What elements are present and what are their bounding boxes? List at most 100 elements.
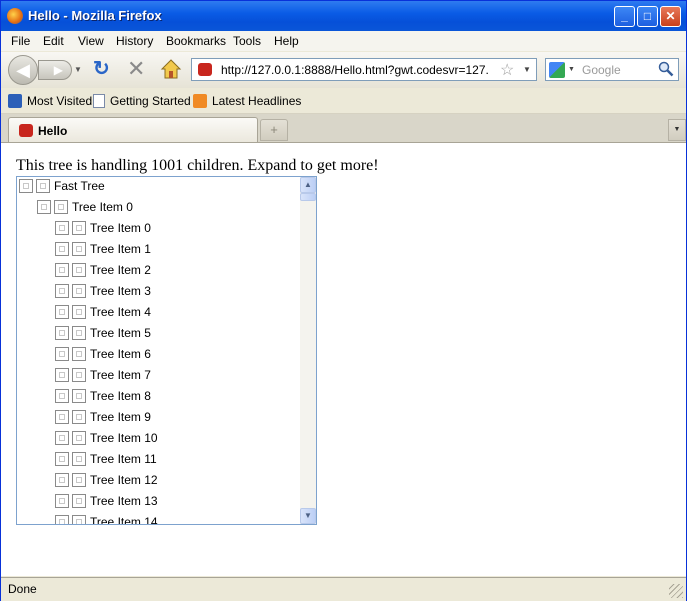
- menu-tools[interactable]: Tools: [233, 34, 261, 48]
- search-input[interactable]: Google: [582, 63, 621, 77]
- tree-item-row[interactable]: Tree Item 8: [55, 388, 151, 406]
- resize-grip-icon[interactable]: [669, 584, 683, 598]
- tree-item-row[interactable]: Tree Item 5: [55, 325, 151, 343]
- bookmark-latest-headlines[interactable]: Latest Headlines: [193, 94, 301, 108]
- menu-bookmarks[interactable]: Bookmarks: [166, 34, 226, 48]
- tree-item-row[interactable]: Tree Item 13: [55, 493, 158, 511]
- expand-toggle[interactable]: [55, 493, 69, 508]
- expand-toggle[interactable]: [55, 367, 69, 382]
- tree-item-label: Tree Item 7: [90, 367, 151, 382]
- menu-help[interactable]: Help: [274, 34, 299, 48]
- tree-item-row[interactable]: Tree Item 9: [55, 409, 151, 427]
- expand-toggle[interactable]: [55, 409, 69, 424]
- tree-item-row[interactable]: Tree Item 14: [55, 514, 158, 524]
- tree-checkbox[interactable]: [72, 409, 86, 424]
- reload-button[interactable]: ↻: [93, 59, 110, 79]
- url-bar[interactable]: http://127.0.0.1:8888/Hello.html?gwt.cod…: [191, 58, 537, 81]
- tree-checkbox[interactable]: [54, 199, 68, 214]
- forward-button[interactable]: ▶: [38, 60, 72, 80]
- tab-label: Hello: [38, 124, 68, 138]
- tree-checkbox[interactable]: [72, 493, 86, 508]
- tree-checkbox[interactable]: [72, 283, 86, 298]
- menu-history[interactable]: History: [116, 34, 153, 48]
- tree-item-row[interactable]: Tree Item 7: [55, 367, 151, 385]
- title-bar: Hello - Mozilla Firefox _ □ ✕: [1, 1, 686, 31]
- plus-icon: +: [270, 122, 278, 137]
- tree-checkbox[interactable]: [72, 346, 86, 361]
- bookmark-most-visited[interactable]: Most Visited: [8, 94, 92, 108]
- google-engine-icon[interactable]: [549, 62, 565, 78]
- new-tab-button[interactable]: +: [260, 119, 288, 141]
- menu-view[interactable]: View: [78, 34, 104, 48]
- search-bar[interactable]: ▼ Google: [545, 58, 679, 81]
- tree-item-row[interactable]: Tree Item 4: [55, 304, 151, 322]
- engine-dropdown-icon[interactable]: ▼: [568, 66, 575, 73]
- bookmark-star-icon[interactable]: ☆: [500, 60, 514, 80]
- url-input[interactable]: http://127.0.0.1:8888/Hello.html?gwt.cod…: [221, 63, 489, 77]
- tree-checkbox[interactable]: [72, 430, 86, 445]
- tree-checkbox[interactable]: [72, 451, 86, 466]
- tree-root-row[interactable]: Fast Tree: [19, 178, 105, 196]
- expand-toggle[interactable]: [19, 178, 33, 193]
- minimize-button[interactable]: _: [614, 6, 635, 27]
- expand-toggle[interactable]: [55, 430, 69, 445]
- expand-toggle[interactable]: [55, 388, 69, 403]
- tree-checkbox[interactable]: [72, 241, 86, 256]
- history-dropdown-icon[interactable]: ▼: [74, 65, 82, 74]
- scroll-up-button[interactable]: ▲: [300, 177, 316, 193]
- tree-checkbox[interactable]: [36, 178, 50, 193]
- tree-checkbox[interactable]: [72, 367, 86, 382]
- home-button[interactable]: [160, 58, 182, 80]
- menu-file[interactable]: File: [11, 34, 30, 48]
- tree-checkbox[interactable]: [72, 220, 86, 235]
- forward-arrow-icon: ▶: [47, 63, 63, 77]
- tree-item-row[interactable]: Tree Item 2: [55, 262, 151, 280]
- close-window-button[interactable]: ✕: [660, 6, 681, 27]
- tree-item-row[interactable]: Tree Item 3: [55, 283, 151, 301]
- expand-toggle[interactable]: [55, 262, 69, 277]
- bookmark-getting-started[interactable]: Getting Started: [93, 94, 191, 108]
- status-bar: Done: [1, 577, 686, 601]
- expand-toggle[interactable]: [55, 472, 69, 487]
- home-icon: [160, 59, 182, 79]
- scroll-down-button[interactable]: ▼: [300, 508, 316, 524]
- expand-toggle[interactable]: [55, 325, 69, 340]
- reload-icon: ↻: [93, 58, 110, 80]
- list-all-tabs-button[interactable]: ▼: [668, 119, 686, 141]
- expand-toggle[interactable]: [55, 304, 69, 319]
- tab-hello[interactable]: Hello: [8, 117, 258, 142]
- tree-item-row[interactable]: Tree Item 12: [55, 472, 158, 490]
- tree-checkbox[interactable]: [72, 304, 86, 319]
- expand-toggle[interactable]: [55, 283, 69, 298]
- back-button[interactable]: ◀: [8, 55, 38, 85]
- stop-icon: ✕: [127, 56, 146, 81]
- tree-checkbox[interactable]: [72, 472, 86, 487]
- tree-item-row[interactable]: Tree Item 10: [55, 430, 158, 448]
- maximize-button[interactable]: □: [637, 6, 658, 27]
- url-dropdown-icon[interactable]: ▼: [523, 65, 531, 74]
- tree-child-row[interactable]: Tree Item 0: [37, 199, 133, 217]
- search-icon[interactable]: [658, 61, 674, 77]
- tree-checkbox[interactable]: [72, 325, 86, 340]
- tree-item-row[interactable]: Tree Item 1: [55, 241, 151, 259]
- scroll-thumb[interactable]: [300, 193, 316, 201]
- stop-button[interactable]: ✕: [127, 58, 145, 80]
- menu-edit[interactable]: Edit: [43, 34, 64, 48]
- expand-toggle[interactable]: [55, 220, 69, 235]
- expand-toggle[interactable]: [55, 451, 69, 466]
- expand-toggle[interactable]: [55, 241, 69, 256]
- expand-toggle[interactable]: [37, 199, 51, 214]
- tree-item-row[interactable]: Tree Item 6: [55, 346, 151, 364]
- expand-toggle[interactable]: [55, 346, 69, 361]
- status-text: Done: [8, 582, 37, 596]
- tree-item-label: Tree Item 10: [90, 430, 158, 445]
- fast-tree[interactable]: Fast Tree Tree Item 0 Tree Item 0 Tree It…: [16, 176, 317, 525]
- tree-item-label: Tree Item 0: [90, 220, 151, 235]
- tree-scrollbar[interactable]: ▲ ▼: [300, 177, 316, 524]
- tree-checkbox[interactable]: [72, 514, 86, 524]
- tree-checkbox[interactable]: [72, 262, 86, 277]
- tree-item-row[interactable]: Tree Item 11: [55, 451, 157, 469]
- tree-item-row[interactable]: Tree Item 0: [55, 220, 151, 238]
- tree-checkbox[interactable]: [72, 388, 86, 403]
- expand-toggle[interactable]: [55, 514, 69, 524]
